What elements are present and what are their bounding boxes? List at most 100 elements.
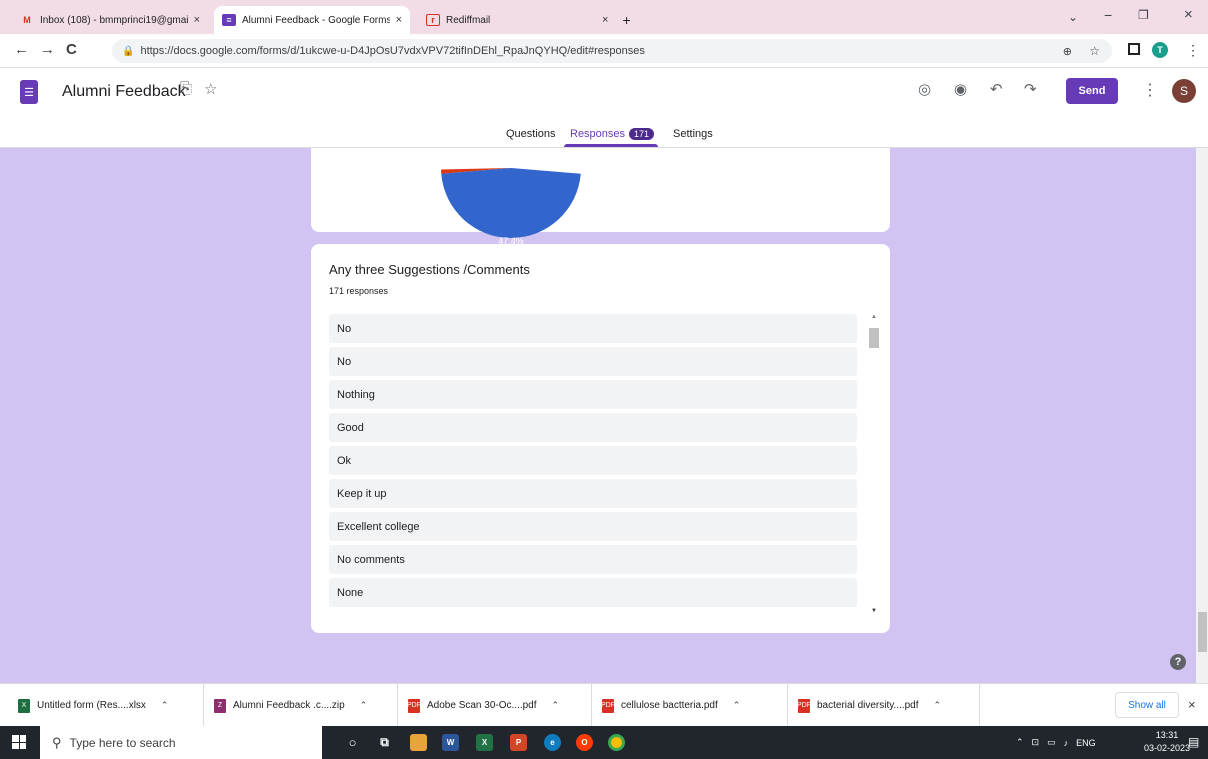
- language-indicator[interactable]: ENG: [1076, 738, 1096, 748]
- taskbar-search-box[interactable]: ⚲ Type here to search: [40, 726, 322, 759]
- list-item: Nothing: [329, 380, 857, 409]
- download-item[interactable]: PDF cellulose bactteria.pdf ⌃: [592, 684, 788, 727]
- downloads-bar: X Untitled form (Res....xlsx ⌃ Z Alumni …: [0, 683, 1208, 727]
- chevron-up-icon[interactable]: ⌃: [934, 700, 942, 711]
- windows-start-icon[interactable]: [12, 735, 26, 749]
- send-button[interactable]: Send: [1066, 78, 1118, 104]
- close-tab-icon[interactable]: ×: [396, 14, 402, 26]
- new-tab-button[interactable]: +: [622, 12, 630, 28]
- list-item: Ok: [329, 446, 857, 475]
- tab-questions[interactable]: Questions: [506, 128, 556, 140]
- task-view-icon[interactable]: ⧉: [376, 734, 393, 751]
- back-icon[interactable]: ←: [14, 41, 29, 58]
- kebab-menu-icon[interactable]: ⋮: [1186, 42, 1200, 59]
- list-item: No: [329, 314, 857, 343]
- download-item[interactable]: Z Alumni Feedback .c....zip ⌃: [204, 684, 398, 727]
- tab-gmail[interactable]: M Inbox (108) - bmmprinci19@gmail.com ×: [12, 6, 208, 34]
- chrome-icon[interactable]: [608, 734, 625, 751]
- zoom-icon[interactable]: ⊕: [1063, 45, 1072, 58]
- powerpoint-icon[interactable]: P: [510, 734, 527, 751]
- chevron-up-icon[interactable]: ⌃: [733, 700, 741, 711]
- response-count: 171 responses: [329, 286, 389, 296]
- response-list-scrollbar[interactable]: ▲ ▼: [869, 314, 879, 614]
- forward-icon[interactable]: →: [40, 41, 55, 58]
- minimize-button[interactable]: −: [1104, 7, 1112, 23]
- lock-icon: 🔒: [122, 45, 135, 57]
- sidepanel-icon[interactable]: [1128, 43, 1140, 55]
- download-item[interactable]: PDF bacterial diversity....pdf ⌃: [788, 684, 980, 727]
- word-icon[interactable]: W: [442, 734, 459, 751]
- download-filename: Adobe Scan 30-Oc....pdf: [427, 700, 537, 711]
- download-item[interactable]: PDF Adobe Scan 30-Oc....pdf ⌃: [398, 684, 592, 727]
- search-placeholder: Type here to search: [69, 735, 176, 750]
- chevron-up-icon[interactable]: ⌃: [1016, 737, 1024, 748]
- more-options-icon[interactable]: ⋮: [1142, 80, 1158, 100]
- volume-icon[interactable]: ♪: [1064, 738, 1069, 748]
- battery-icon[interactable]: ▭: [1047, 737, 1056, 748]
- redo-icon[interactable]: ↷: [1024, 80, 1037, 98]
- forms-header: ☰ Alumni Feedback ⎘ ☆ ◎ ◉ ↶ ↷ Send ⋮ S Q…: [0, 68, 1208, 148]
- download-filename: Alumni Feedback .c....zip: [233, 700, 345, 711]
- list-item: None: [329, 578, 857, 607]
- form-title[interactable]: Alumni Feedback: [62, 83, 186, 101]
- edge-icon[interactable]: e: [544, 734, 561, 751]
- url-text: https://docs.google.com/forms/d/1ukcwe-u…: [140, 45, 645, 57]
- google-forms-icon: ≡: [222, 14, 236, 26]
- tab-rediffmail[interactable]: r Rediffmail × +: [418, 6, 648, 34]
- move-to-folder-icon[interactable]: ⎘: [180, 80, 192, 97]
- response-list-scroll-thumb[interactable]: [869, 328, 879, 348]
- pie-chart-card: 47.4%: [311, 148, 890, 246]
- page-scroll-thumb[interactable]: [1198, 612, 1207, 652]
- page-scrollbar[interactable]: [1196, 148, 1208, 683]
- close-downloads-button[interactable]: ×: [1188, 697, 1196, 712]
- reload-icon[interactable]: C: [66, 41, 77, 58]
- tab-responses[interactable]: Responses 171: [570, 128, 655, 140]
- tab-google-forms[interactable]: ≡ Alumni Feedback - Google Forms ×: [214, 6, 410, 34]
- download-item[interactable]: X Untitled form (Res....xlsx ⌃: [8, 684, 204, 727]
- browser-toolbar: ← → C 🔒 https://docs.google.com/forms/d/…: [0, 34, 1208, 68]
- excel-icon[interactable]: X: [476, 734, 493, 751]
- opera-icon[interactable]: O: [576, 734, 593, 751]
- restore-button[interactable]: ❐: [1138, 8, 1149, 22]
- responses-count-badge: 171: [629, 128, 655, 140]
- star-icon[interactable]: ☆: [204, 80, 217, 98]
- response-list: No No Nothing Good Ok Keep it up Excelle…: [329, 314, 857, 614]
- undo-icon[interactable]: ↶: [990, 80, 1003, 98]
- rediffmail-icon: r: [426, 14, 440, 26]
- responses-content: 47.4% Any three Suggestions /Comments 17…: [0, 148, 1196, 683]
- chevron-up-icon[interactable]: ⌃: [161, 700, 169, 711]
- chevron-up-icon[interactable]: ⌃: [360, 700, 368, 711]
- preview-eye-icon[interactable]: ◉: [954, 80, 967, 98]
- scroll-down-icon[interactable]: ▼: [871, 608, 877, 614]
- avatar[interactable]: S: [1172, 79, 1196, 103]
- gmail-icon: M: [23, 15, 31, 25]
- network-icon[interactable]: ⊡: [1032, 737, 1040, 748]
- list-item: Excellent college: [329, 512, 857, 541]
- help-icon[interactable]: ?: [1170, 654, 1186, 670]
- bookmark-star-icon[interactable]: ☆: [1089, 44, 1100, 58]
- profile-avatar[interactable]: T: [1152, 42, 1168, 58]
- notification-icon[interactable]: ▤: [1188, 735, 1199, 749]
- pie-slice-main: [441, 168, 581, 239]
- tab-search-icon[interactable]: ⌄: [1068, 10, 1078, 24]
- scroll-up-icon[interactable]: ▲: [871, 314, 877, 320]
- show-all-button[interactable]: Show all: [1115, 692, 1179, 718]
- close-tab-icon[interactable]: ×: [194, 14, 200, 26]
- google-forms-logo-icon[interactable]: ☰: [20, 80, 38, 104]
- cortana-icon[interactable]: ○: [344, 734, 361, 751]
- download-filename: Untitled form (Res....xlsx: [37, 700, 146, 711]
- tab-settings[interactable]: Settings: [673, 128, 713, 140]
- chevron-up-icon[interactable]: ⌃: [552, 700, 560, 711]
- address-bar[interactable]: 🔒 https://docs.google.com/forms/d/1ukcwe…: [112, 39, 1112, 63]
- palette-icon[interactable]: ◎: [918, 80, 931, 98]
- file-explorer-icon[interactable]: [410, 734, 427, 751]
- excel-file-icon: X: [18, 698, 30, 713]
- list-item: Keep it up: [329, 479, 857, 508]
- tab-title: Rediffmail: [446, 14, 491, 26]
- clock[interactable]: 13:31 03-02-2023: [1144, 729, 1190, 755]
- pdf-file-icon: PDF: [407, 698, 421, 713]
- close-window-button[interactable]: ×: [1184, 6, 1193, 23]
- close-tab-icon[interactable]: ×: [602, 14, 608, 26]
- zip-file-icon: Z: [214, 698, 226, 713]
- clock-date: 03-02-2023: [1144, 743, 1191, 753]
